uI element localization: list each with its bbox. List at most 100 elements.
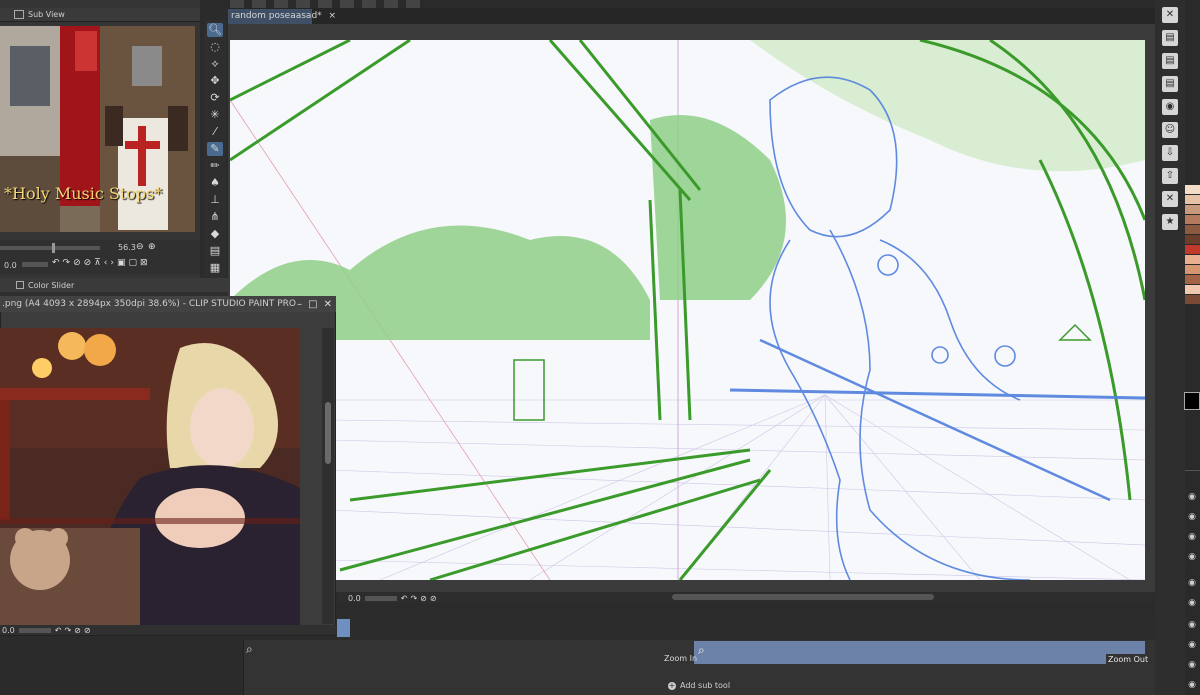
command-icon[interactable] xyxy=(340,0,354,8)
minimize-button[interactable]: – xyxy=(297,299,302,310)
canvas-horizontal-scrollbar[interactable] xyxy=(672,594,934,600)
visibility-eye-icon[interactable]: ◉ xyxy=(1186,492,1198,502)
maximize-button[interactable]: □ xyxy=(308,299,317,310)
canvas-rotate-icons[interactable]: ↶↷⊘⊘ xyxy=(401,594,440,603)
palette-swatch[interactable] xyxy=(1185,295,1200,304)
figure-tool-icon[interactable]: ▦ xyxy=(207,261,223,275)
command-icon[interactable] xyxy=(230,0,244,8)
person-icon[interactable]: ☺ xyxy=(1162,122,1178,138)
palette-swatch[interactable] xyxy=(1185,205,1200,214)
command-icon[interactable] xyxy=(362,0,376,8)
command-icon[interactable] xyxy=(406,0,420,8)
zoom-slider[interactable] xyxy=(0,246,100,250)
sub-view-header: Sub View xyxy=(0,8,200,22)
select-tool-icon[interactable]: ⟡ xyxy=(207,57,223,71)
layer-icon[interactable]: ▤ xyxy=(1162,76,1178,92)
lasso-select-icon[interactable]: ⟳ xyxy=(207,91,223,105)
sub-tool-search-field[interactable]: ⌕ xyxy=(694,641,1145,664)
zoom-tool-icon[interactable]: 🔍︎ xyxy=(207,23,223,37)
canvas-tab[interactable]: random poseaasad* × xyxy=(228,9,336,24)
palette-swatch[interactable] xyxy=(1185,275,1200,284)
add-icon: + xyxy=(668,680,676,690)
zoom-in-icon[interactable]: ⊕ xyxy=(148,242,156,252)
lasso-tool-icon[interactable]: ◌ xyxy=(207,40,223,54)
rotation-value: 0.0 xyxy=(4,261,17,270)
rotate-icons[interactable]: ↶↷⊘⊘ xyxy=(55,626,94,635)
move-tool-icon[interactable]: ✥ xyxy=(207,74,223,88)
main-color-swatch[interactable] xyxy=(1184,392,1200,410)
visibility-eye-icon[interactable]: ◉ xyxy=(1186,512,1198,522)
visibility-eye-icon[interactable]: ◉ xyxy=(1186,660,1198,670)
rotation-slider[interactable] xyxy=(22,262,48,267)
zoom-slider-thumb[interactable] xyxy=(52,243,55,253)
window-controls: – □ ✕ xyxy=(292,296,336,312)
export-icon[interactable]: ⇧ xyxy=(1162,168,1178,184)
sub-view-title: Sub View xyxy=(28,10,65,19)
zoom-out-icon[interactable]: ⊖ xyxy=(136,242,144,252)
floating-window-title: .png (A4 4093 x 2894px 350dpi 38.6%) - C… xyxy=(0,296,336,312)
rotate-icons[interactable]: ↶↷⊘⊘⊼‹›▣▢⊠ xyxy=(52,258,151,268)
canvas-tab-label: random poseaasad* xyxy=(231,11,322,21)
canvas-rotation-slider[interactable] xyxy=(364,595,397,601)
visibility-eye-icon[interactable]: ◉ xyxy=(1186,620,1198,630)
floating-window-scrollbar[interactable] xyxy=(322,328,334,624)
palette-swatch[interactable] xyxy=(1185,235,1200,244)
add-sub-tool-button[interactable]: + Add sub tool xyxy=(668,681,730,690)
layer-icon[interactable]: ▤ xyxy=(1162,30,1178,46)
palette-swatch[interactable] xyxy=(1185,225,1200,234)
pencil-tool-icon[interactable]: ✏ xyxy=(207,159,223,173)
canvas-artwork xyxy=(230,40,1145,580)
magic-wand-icon[interactable]: ✳ xyxy=(207,108,223,122)
sub-view-reference-image[interactable]: *Holy Music Stops* xyxy=(0,26,195,232)
visibility-eye-icon[interactable]: ◉ xyxy=(1186,640,1198,650)
floating-window-controls: 0.0 ↶↷⊘⊘ xyxy=(0,625,336,635)
floating-window-artwork[interactable] xyxy=(0,328,300,626)
zoom-in-label[interactable]: Zoom In xyxy=(664,654,697,663)
timeline-frame-marker[interactable] xyxy=(337,619,350,637)
visibility-eye-icon[interactable]: ◉ xyxy=(1186,578,1198,588)
palette-swatch[interactable] xyxy=(1185,265,1200,274)
reference-artwork xyxy=(0,328,300,626)
visibility-eye-icon[interactable]: ◉ xyxy=(1186,598,1198,608)
palette-swatch[interactable] xyxy=(1185,285,1200,294)
close-button[interactable]: ✕ xyxy=(324,299,332,310)
command-icon[interactable] xyxy=(274,0,288,8)
eraser-tool-icon[interactable]: ◆ xyxy=(207,227,223,241)
palette-swatch[interactable] xyxy=(1185,255,1200,264)
layer-icon[interactable]: ▤ xyxy=(1162,53,1178,69)
import-icon[interactable]: ⇩ xyxy=(1162,145,1178,161)
command-icon[interactable] xyxy=(318,0,332,8)
right-icon-column: ✕ ▤ ▤ ▤ ◉ ☺ ⇩ ⇧ ✕ ★ xyxy=(1155,0,1185,695)
photo-caption: *Holy Music Stops* xyxy=(4,184,163,203)
favorite-icon[interactable]: ★ xyxy=(1162,214,1178,230)
brush-tool-icon[interactable]: ♠ xyxy=(207,176,223,190)
visibility-eye-icon[interactable]: ◉ xyxy=(1186,532,1198,542)
eyedropper-icon[interactable]: ⁄ xyxy=(207,125,223,139)
zoom-out-button[interactable]: Zoom Out xyxy=(1106,654,1151,665)
canvas-tab-bar xyxy=(228,8,1155,24)
palette-swatch[interactable] xyxy=(1185,185,1200,194)
decoration-tool-icon[interactable]: ⋔ xyxy=(207,210,223,224)
tab-close-icon[interactable]: × xyxy=(329,11,337,21)
pen-tool-icon[interactable]: ✎ xyxy=(207,142,223,156)
scroll-thumb[interactable] xyxy=(325,402,331,464)
blend-tool-icon[interactable]: ▤ xyxy=(207,244,223,258)
canvas-rotation-value: 0.0 xyxy=(348,593,361,603)
command-icon[interactable] xyxy=(296,0,310,8)
delete-icon[interactable]: ✕ xyxy=(1162,191,1178,207)
color-slider-header: Color Slider xyxy=(0,278,228,292)
rotation-slider[interactable] xyxy=(18,627,51,633)
search-icon[interactable]: ⌕ xyxy=(246,642,253,657)
drawing-canvas[interactable] xyxy=(230,40,1145,580)
visibility-eye-icon[interactable]: ◉ xyxy=(1186,552,1198,562)
visibility-eye-icon[interactable]: ◉ xyxy=(1186,680,1198,690)
rotation-value: 0.0 xyxy=(2,625,15,635)
palette-swatch[interactable] xyxy=(1185,245,1200,254)
command-icon[interactable] xyxy=(384,0,398,8)
command-icon[interactable] xyxy=(252,0,266,8)
close-icon[interactable]: ✕ xyxy=(1162,7,1178,23)
camera-icon[interactable]: ◉ xyxy=(1162,99,1178,115)
airbrush-tool-icon[interactable]: ⊥ xyxy=(207,193,223,207)
palette-swatch[interactable] xyxy=(1185,215,1200,224)
palette-swatch[interactable] xyxy=(1185,195,1200,204)
